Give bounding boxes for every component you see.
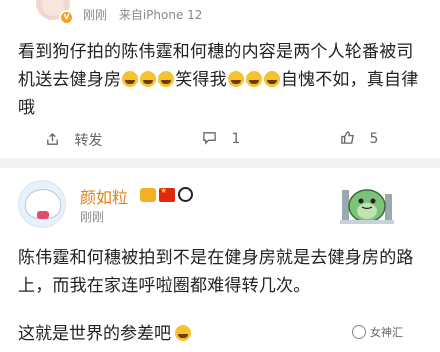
post-time: 刚刚 [83,8,108,22]
crown-icon [140,187,156,202]
wechat-logo-icon [352,325,366,339]
like-count: 5 [369,131,379,147]
grin-emoji-icon [227,71,244,87]
like-icon [341,131,354,144]
post-source: 来自iPhone 12 [118,8,203,22]
grin-emoji-icon [245,71,262,87]
dinosaur-sticker-icon [340,189,394,224]
post-text: 看到狗仔拍的陈伟霆和何穗的内容是两个人轮番被司机送去健身房 笑得我 自愧不如，真自律… [18,38,430,122]
post-text-part2: 笑得我 [175,70,227,90]
post-text: 陈伟霆和何穗被拍到不是在健身房就是去健身房的路上，而我在家连呼啦圈都难得转几次。 [18,248,414,296]
china-flag-icon [159,186,175,202]
like-button[interactable]: 5 [340,130,378,147]
verified-badge-icon: v [59,10,74,25]
comment-icon [203,132,216,145]
post-text-closing-label: 这就是世界的参差吧 [18,324,171,344]
laugh-cry-emoji-icon [122,71,139,87]
comment-count: 1 [231,131,241,147]
watermark: 女神汇 [352,324,403,340]
author-name[interactable]: 颜如粒 [80,184,128,208]
panda-icon [178,187,193,202]
post-meta: 刚刚 来自iPhone 12 [83,6,202,23]
comment-button[interactable]: 1 [202,130,240,147]
post-card-1: v 刚刚 来自iPhone 12 看到狗仔拍的陈伟霆和何穗的内容是两个人轮番被司… [0,0,440,158]
watermark-label: 女神汇 [370,326,403,339]
shy-emoji-icon [175,325,191,341]
laugh-cry-emoji-icon [158,71,175,87]
post-text-closing: 这就是世界的参差吧 [18,319,192,344]
share-button[interactable]: 转发 [45,130,102,150]
author-badges [140,184,196,203]
feed-divider [0,158,440,168]
share-icon [47,132,58,145]
post-time: 刚刚 [80,210,105,224]
avatar[interactable] [18,180,66,228]
post-action-bar: 转发 1 5 [0,124,440,154]
share-label: 转发 [74,133,103,149]
laugh-cry-emoji-icon [140,71,157,87]
grin-emoji-icon [263,71,280,87]
